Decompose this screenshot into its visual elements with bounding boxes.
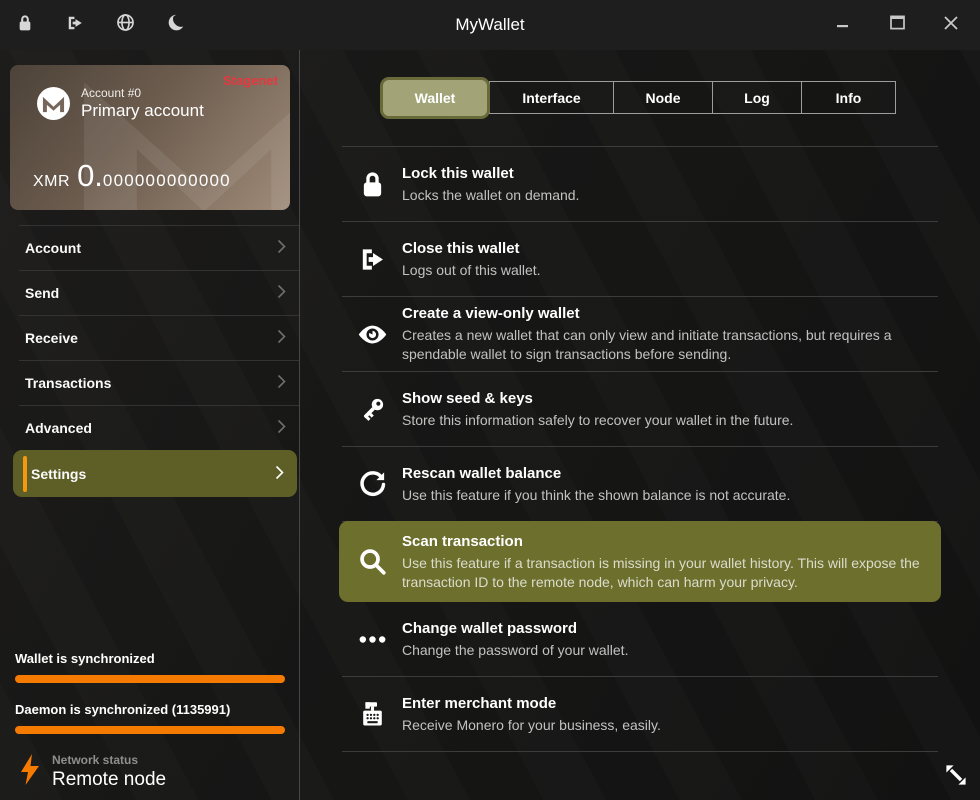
settings-row-change-password[interactable]: Change wallet password Change the passwo…: [342, 602, 938, 677]
sidebar: Stagenet Account #0 Primary account XMR …: [0, 50, 300, 800]
settings-panel: Wallet Interface Node Log Info Lock this…: [300, 50, 980, 800]
sidebar-item-advanced[interactable]: Advanced: [19, 405, 299, 450]
logout-icon: [342, 244, 402, 275]
settings-row-description: Use this feature if a transaction is mis…: [402, 554, 934, 592]
chevron-right-icon: [277, 374, 286, 392]
tab-label: Log: [744, 90, 770, 106]
network-status-value: Remote node: [52, 769, 166, 791]
key-icon: [342, 394, 402, 425]
settings-row-title: Create a view-only wallet: [402, 304, 934, 324]
settings-row-description: Use this feature if you think the shown …: [402, 486, 934, 505]
chevron-right-icon: [277, 239, 286, 257]
cash-register-icon: [342, 699, 402, 730]
settings-row-description: Creates a new wallet that can only view …: [402, 326, 934, 364]
tab-log[interactable]: Log: [712, 81, 802, 114]
daemon-sync-progressbar: [15, 726, 285, 734]
settings-row-merchant-mode[interactable]: Enter merchant mode Receive Monero for y…: [342, 677, 938, 752]
sidebar-item-label: Settings: [31, 466, 86, 482]
settings-row-lock-wallet[interactable]: Lock this wallet Locks the wallet on dem…: [342, 147, 938, 222]
settings-row-title: Show seed & keys: [402, 389, 934, 409]
tab-interface[interactable]: Interface: [489, 81, 614, 114]
sidebar-item-settings[interactable]: Settings: [13, 450, 297, 497]
close-icon: [942, 14, 960, 37]
tab-node[interactable]: Node: [613, 81, 713, 114]
lock-icon: [342, 169, 402, 200]
chevron-right-icon: [277, 329, 286, 347]
balance-currency: XMR: [33, 173, 70, 191]
close-button[interactable]: [939, 13, 963, 37]
settings-row-rescan-balance[interactable]: Rescan wallet balance Use this feature i…: [342, 447, 938, 522]
settings-row-title: Scan transaction: [402, 532, 934, 552]
settings-row-description: Receive Monero for your business, easily…: [402, 716, 934, 735]
settings-row-seed-keys[interactable]: Show seed & keys Store this information …: [342, 372, 938, 447]
settings-row-description: Change the password of your wallet.: [402, 641, 934, 660]
window-controls: [831, 0, 963, 50]
titlebar: MyWallet: [0, 0, 980, 50]
wallet-sync-status: Wallet is synchronized: [15, 651, 285, 666]
chevron-right-icon: [275, 465, 284, 483]
settings-row-title: Change wallet password: [402, 619, 934, 639]
wallet-balance: XMR 0. 000000000000: [33, 158, 231, 194]
tab-label: Wallet: [415, 90, 456, 106]
settings-rows: Lock this wallet Locks the wallet on dem…: [342, 146, 938, 752]
sidebar-item-label: Advanced: [25, 420, 92, 436]
account-name: Primary account: [81, 101, 204, 121]
settings-row-description: Logs out of this wallet.: [402, 261, 934, 280]
sidebar-item-send[interactable]: Send: [19, 270, 299, 315]
settings-tabs: Wallet Interface Node Log Info: [380, 81, 896, 114]
account-card[interactable]: Stagenet Account #0 Primary account XMR …: [10, 65, 290, 210]
settings-row-title: Close this wallet: [402, 239, 934, 259]
tab-label: Interface: [522, 90, 580, 106]
balance-fraction: 000000000000: [103, 171, 231, 191]
maximize-button[interactable]: [885, 13, 909, 37]
network-type-badge: Stagenet: [223, 73, 278, 88]
sidebar-item-label: Receive: [25, 330, 78, 346]
account-number: Account #0: [81, 86, 204, 100]
sidebar-item-label: Transactions: [25, 375, 111, 391]
network-status-row[interactable]: Network status Remote node: [15, 753, 285, 791]
ellipsis-icon: [342, 624, 402, 655]
status-panel: Wallet is synchronized Daemon is synchro…: [15, 651, 285, 791]
settings-row-close-wallet[interactable]: Close this wallet Logs out of this walle…: [342, 222, 938, 297]
resize-cursor-icon[interactable]: [941, 760, 971, 790]
sidebar-item-account[interactable]: Account: [19, 225, 299, 270]
daemon-sync-status: Daemon is synchronized (1135991): [15, 702, 285, 717]
tab-label: Info: [836, 90, 862, 106]
settings-row-title: Enter merchant mode: [402, 694, 934, 714]
sidebar-item-label: Account: [25, 240, 81, 256]
tab-wallet[interactable]: Wallet: [380, 77, 490, 119]
settings-row-description: Store this information safely to recover…: [402, 411, 934, 430]
lightning-bolt-icon: [18, 753, 42, 791]
search-icon: [342, 545, 402, 578]
settings-row-title: Lock this wallet: [402, 164, 934, 184]
chevron-right-icon: [277, 419, 286, 437]
settings-row-view-only-wallet[interactable]: Create a view-only wallet Creates a new …: [342, 297, 938, 372]
minimize-icon: [835, 15, 851, 36]
chevron-right-icon: [277, 284, 286, 302]
refresh-icon: [342, 469, 402, 500]
network-status-label: Network status: [52, 753, 166, 767]
monero-logo-icon: [37, 87, 70, 120]
sidebar-menu: Account Send Receive Transactions Advanc…: [0, 225, 299, 497]
settings-row-description: Locks the wallet on demand.: [402, 186, 934, 205]
sidebar-item-label: Send: [25, 285, 59, 301]
tab-info[interactable]: Info: [801, 81, 896, 114]
maximize-icon: [889, 14, 906, 36]
eye-icon: [342, 318, 402, 351]
balance-integer: 0.: [77, 158, 103, 194]
sidebar-item-receive[interactable]: Receive: [19, 315, 299, 360]
settings-row-scan-transaction[interactable]: Scan transaction Use this feature if a t…: [339, 521, 941, 602]
tab-label: Node: [646, 90, 681, 106]
wallet-sync-progressbar: [15, 675, 285, 683]
sidebar-item-transactions[interactable]: Transactions: [19, 360, 299, 405]
settings-row-title: Rescan wallet balance: [402, 464, 934, 484]
minimize-button[interactable]: [831, 13, 855, 37]
